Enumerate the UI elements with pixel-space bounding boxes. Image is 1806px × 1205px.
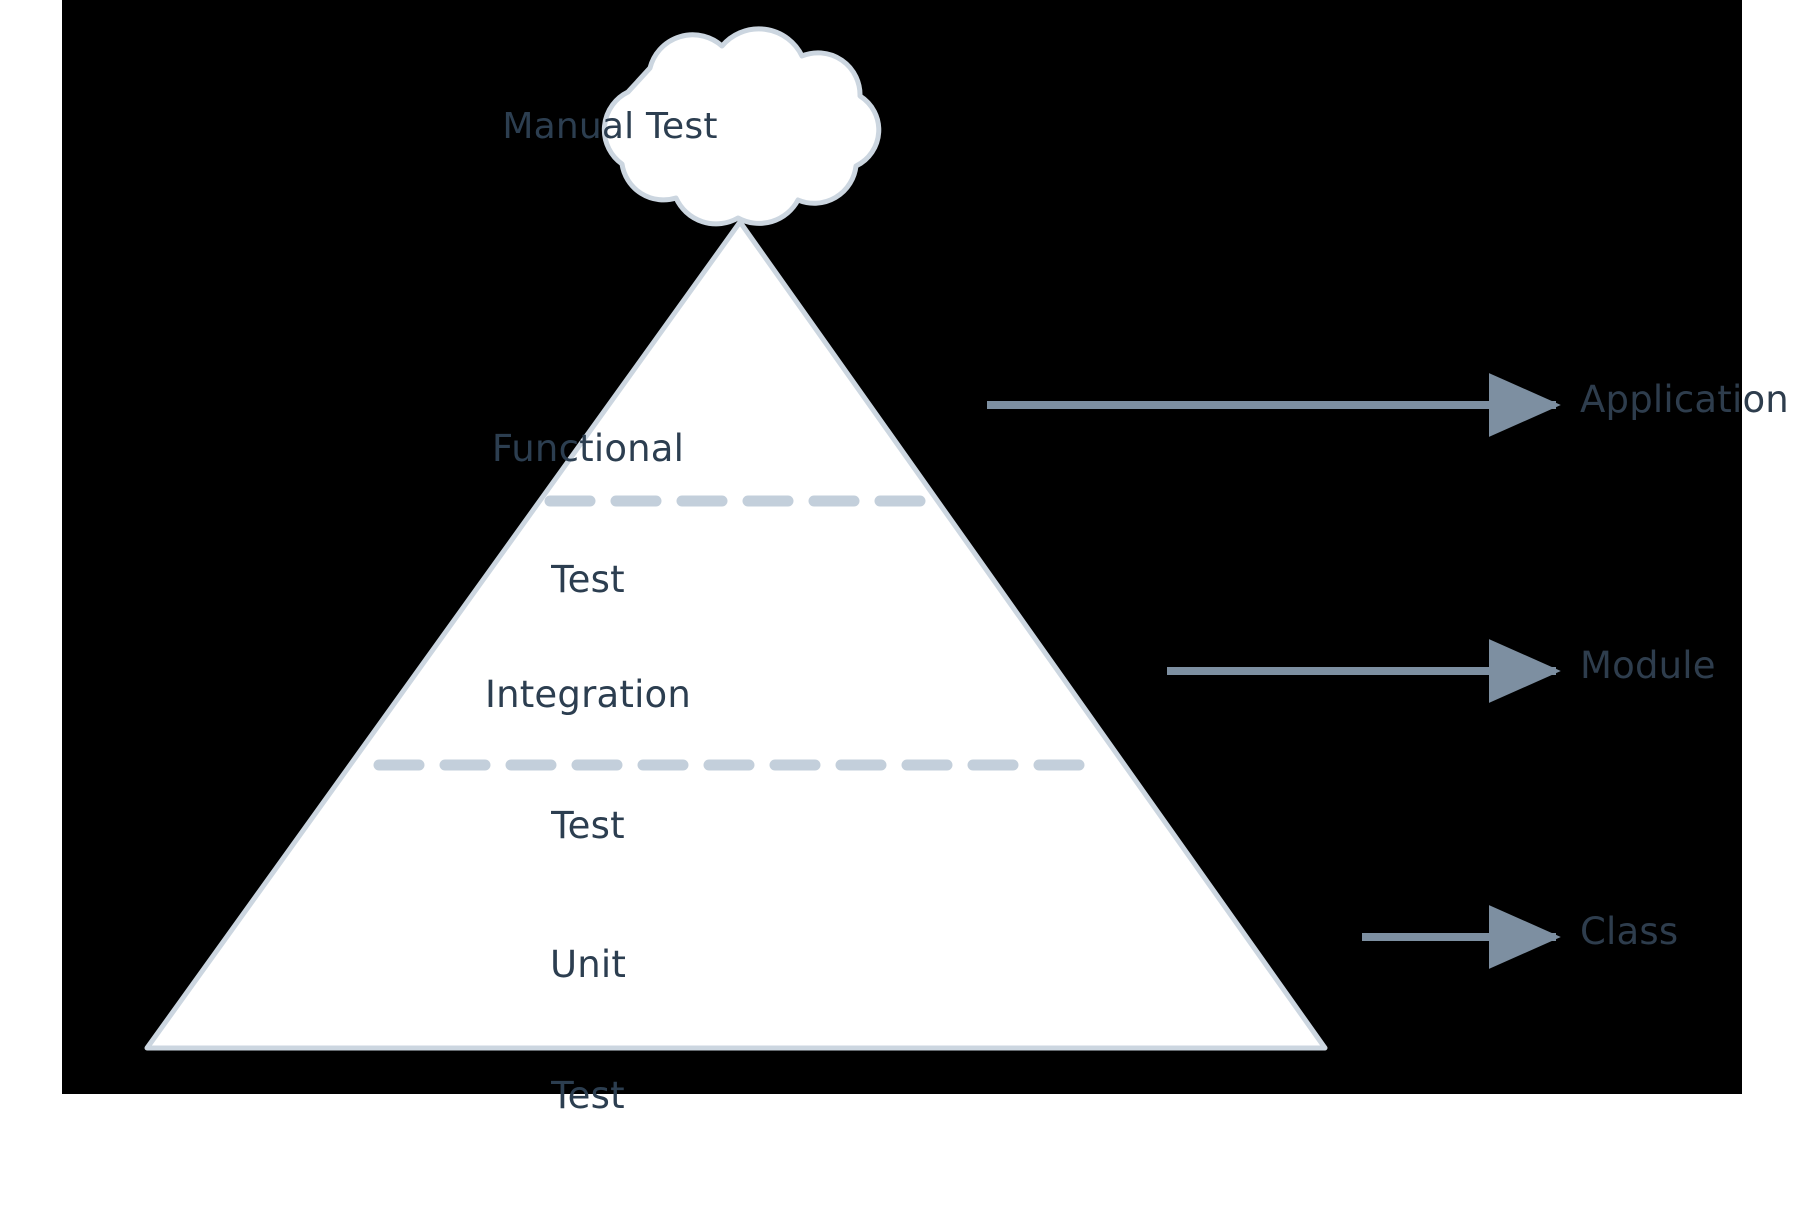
diagram-stage: Manual Test Functional Test Integration … [62, 0, 1789, 1117]
cloud-label: Manual Test [502, 106, 718, 147]
unit-test-label-line2: Test [551, 1074, 625, 1118]
pyramid-diagram-svg [144, 26, 1561, 1051]
diagram-canvas: Manual Test Functional Test Integration … [62, 0, 1789, 1117]
integration-test-label-line1: Integration [484, 673, 692, 717]
unit-test-label: Unit Test [460, 856, 716, 1205]
scope-label-application: Application [1580, 378, 1789, 421]
pyramid-shape [144, 219, 1328, 1051]
unit-test-label-line1: Unit [549, 943, 627, 987]
functional-test-label-line1: Functional [491, 427, 685, 471]
scope-label-module: Module [1580, 644, 1716, 687]
scope-label-class: Class [1580, 910, 1679, 953]
integration-test-label-line2: Test [551, 804, 625, 848]
